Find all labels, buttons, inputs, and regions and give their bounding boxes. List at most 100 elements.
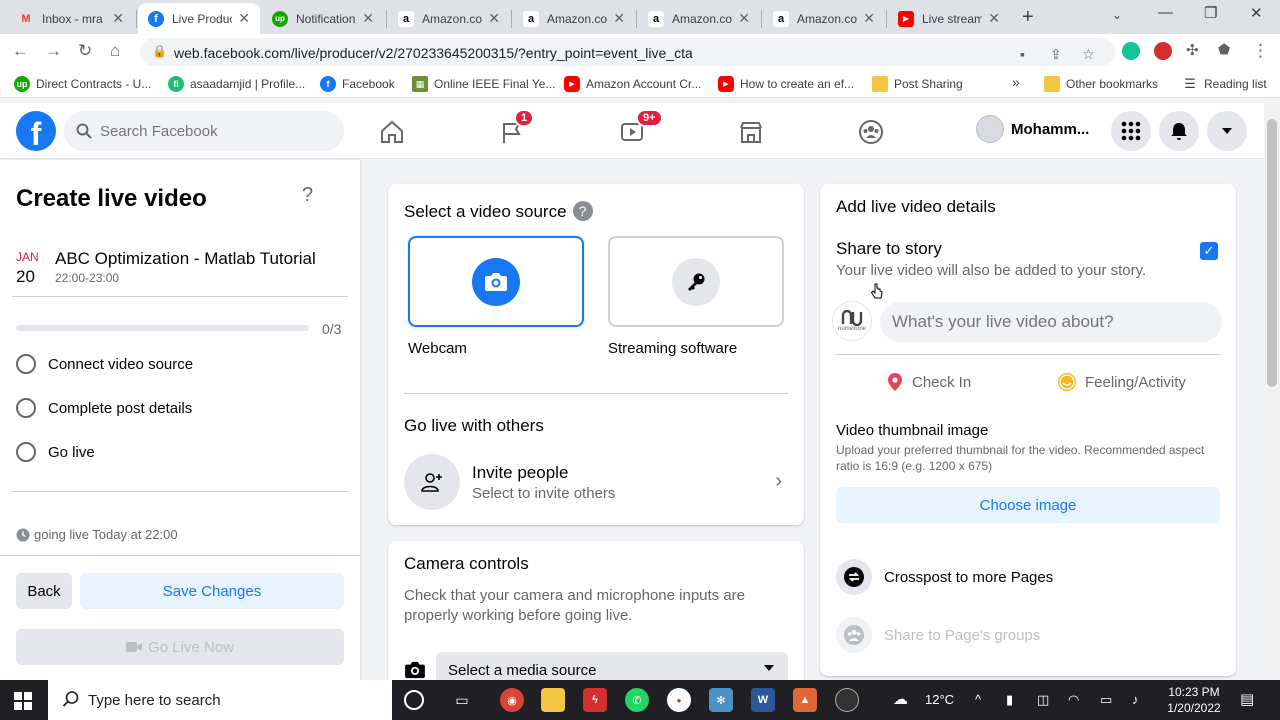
profile-extension-icon[interactable]: ⬟	[1218, 41, 1230, 58]
grammarly-extension-icon[interactable]	[1122, 42, 1140, 60]
acrobat-icon[interactable]: ϟ	[583, 688, 607, 712]
close-icon[interactable]: ✕	[362, 10, 374, 27]
go-live-now-button[interactable]: Go Live Now	[16, 629, 344, 665]
taskbar-search-box[interactable]: Type here to search	[48, 680, 392, 720]
bookmarks-overflow-button[interactable]: »	[1012, 74, 1020, 90]
chrome-icon[interactable]: ◉	[500, 688, 524, 712]
crosspost-pages-row[interactable]: Crosspost to more Pages	[836, 559, 1053, 595]
adblock-extension-icon[interactable]	[1154, 42, 1172, 60]
profile-button[interactable]: Mohamm...	[976, 115, 1089, 143]
cortana-icon[interactable]	[404, 690, 424, 710]
account-dropdown-button[interactable]	[1207, 111, 1247, 151]
reload-icon[interactable]: ↻	[78, 41, 92, 61]
tab-upwork[interactable]: up Notification ✕	[262, 3, 384, 34]
window-close-button[interactable]: ✕	[1250, 4, 1263, 22]
meet-icon[interactable]: ◫	[1037, 692, 1049, 708]
app-circle-icon[interactable]: ●	[667, 688, 691, 712]
close-icon[interactable]: ✕	[238, 10, 250, 27]
bookmark-how-to-create[interactable]: ▶ How to create an ef...	[718, 76, 854, 92]
home-nav-icon[interactable]	[377, 117, 407, 147]
close-icon[interactable]: ✕	[988, 10, 1000, 27]
tab-amazon-1[interactable]: a Amazon.co ✕	[388, 3, 510, 34]
star-icon[interactable]: ☆	[1082, 46, 1095, 63]
new-tab-button[interactable]: +	[1022, 6, 1034, 29]
back-button[interactable]: Back	[16, 573, 72, 609]
help-icon[interactable]: ?	[572, 201, 593, 221]
search-input[interactable]	[100, 122, 320, 140]
share-to-groups-row[interactable]: Share to Page's groups	[836, 617, 1040, 653]
reading-list[interactable]: ☰ Reading list	[1182, 76, 1267, 92]
battery-icon[interactable]: ▭	[1100, 692, 1112, 708]
extensions-puzzle-icon[interactable]: ✣	[1186, 41, 1199, 59]
taskbar-clock[interactable]: 10:23 PM 1/20/2022	[1164, 684, 1224, 716]
whatsapp-icon[interactable]: ✆	[625, 688, 649, 712]
camera-blocked-icon[interactable]: ▪	[1020, 46, 1025, 62]
save-changes-button[interactable]: Save Changes	[80, 573, 344, 609]
feeling-activity-button[interactable]: Feeling/Activity	[1057, 372, 1186, 392]
choose-image-button[interactable]: Choose image	[836, 487, 1220, 523]
close-icon[interactable]: ✕	[613, 10, 625, 27]
check-in-button[interactable]: Check In	[886, 372, 971, 392]
obs-icon[interactable]	[835, 688, 859, 712]
matlab-icon[interactable]: ▲	[793, 688, 817, 712]
tab-amazon-3[interactable]: a Amazon.co ✕	[638, 3, 760, 34]
tab-amazon-2[interactable]: a Amazon.co ✕	[513, 3, 635, 34]
minimize-button[interactable]: —	[1158, 4, 1173, 21]
share-to-story-checkbox[interactable]: ✓	[1200, 242, 1218, 260]
tab-youtube[interactable]: ▶ Live stream ✕	[888, 3, 1010, 34]
tab-facebook-live[interactable]: f Live Produc ✕	[138, 3, 260, 34]
notification-center-icon[interactable]: ▤	[1240, 690, 1254, 708]
bookmark-asaadamjid[interactable]: fi asaadamjid | Profile...	[168, 76, 305, 92]
bookmark-facebook[interactable]: f Facebook	[320, 76, 395, 92]
back-arrow-icon[interactable]: ←	[12, 41, 29, 61]
task-view-icon[interactable]: ▭	[450, 688, 474, 712]
bookmark-post-sharing[interactable]: Post Sharing	[872, 76, 963, 92]
bookmark-direct-contracts[interactable]: up Direct Contracts - U...	[14, 76, 151, 92]
notifications-button[interactable]	[1159, 111, 1199, 151]
webcam-source-option[interactable]	[408, 236, 584, 327]
step-complete-post-details[interactable]: Complete post details	[16, 398, 192, 418]
other-bookmarks[interactable]: Other bookmarks	[1044, 76, 1158, 92]
step-connect-video-source[interactable]: Connect video source	[16, 354, 193, 374]
bookmark-ieee[interactable]: ▦ Online IEEE Final Ye...	[412, 76, 555, 92]
close-icon[interactable]: ✕	[112, 10, 124, 27]
facebook-logo-icon[interactable]: f	[16, 111, 56, 151]
omnibox[interactable]: 🔒 web.facebook.com/live/producer/v2/2702…	[140, 38, 1115, 66]
weather-cloud-icon[interactable]: ☁	[893, 690, 908, 708]
tab-search-icon[interactable]: ⌄	[1112, 8, 1122, 22]
share-icon[interactable]: ⇪	[1050, 46, 1062, 63]
menu-grid-button[interactable]	[1111, 111, 1151, 151]
windows-start-icon[interactable]	[14, 692, 32, 710]
tray-chevron-icon[interactable]: ^	[975, 692, 981, 707]
home-icon[interactable]: ⌂	[110, 41, 120, 61]
forward-arrow-icon[interactable]: →	[45, 41, 62, 61]
live-video-description-input[interactable]	[880, 302, 1222, 342]
setup-progress-bar	[16, 325, 309, 331]
help-icon[interactable]: ?	[302, 184, 313, 207]
temperature[interactable]: 12°C	[925, 692, 954, 707]
marketplace-store-icon[interactable]	[736, 117, 766, 147]
usb-icon[interactable]: ▮	[1006, 692, 1013, 708]
page-scrollbar[interactable]	[1264, 103, 1280, 680]
groups-icon[interactable]	[856, 117, 886, 147]
word-icon[interactable]: W	[751, 688, 775, 712]
file-explorer-icon[interactable]	[541, 688, 565, 712]
close-icon[interactable]: ✕	[863, 10, 875, 27]
url-text[interactable]: web.facebook.com/live/producer/v2/270233…	[174, 45, 693, 61]
streaming-software-option[interactable]	[608, 236, 784, 327]
lock-icon[interactable]: 🔒	[152, 44, 167, 58]
close-icon[interactable]: ✕	[488, 10, 500, 27]
volume-icon[interactable]: ♪	[1132, 692, 1139, 707]
wifi-icon[interactable]: ◠	[1068, 692, 1079, 708]
step-go-live[interactable]: Go live	[16, 442, 95, 462]
close-icon[interactable]: ✕	[738, 10, 750, 27]
invite-people-row[interactable]: Invite people Select to invite others ›	[404, 452, 788, 512]
menu-kebab-icon[interactable]: ⋮	[1252, 41, 1269, 61]
network-app-icon[interactable]: ✻	[709, 688, 733, 712]
tab-amazon-4[interactable]: a Amazon.co ✕	[763, 3, 885, 34]
bookmark-amazon-account[interactable]: ▶ Amazon Account Cr...	[564, 76, 701, 92]
scrollbar-thumb[interactable]	[1267, 119, 1277, 387]
tab-gmail[interactable]: M Inbox - mra ✕	[8, 3, 134, 34]
search-box[interactable]	[64, 111, 344, 151]
restore-button[interactable]: ❐	[1204, 4, 1217, 22]
